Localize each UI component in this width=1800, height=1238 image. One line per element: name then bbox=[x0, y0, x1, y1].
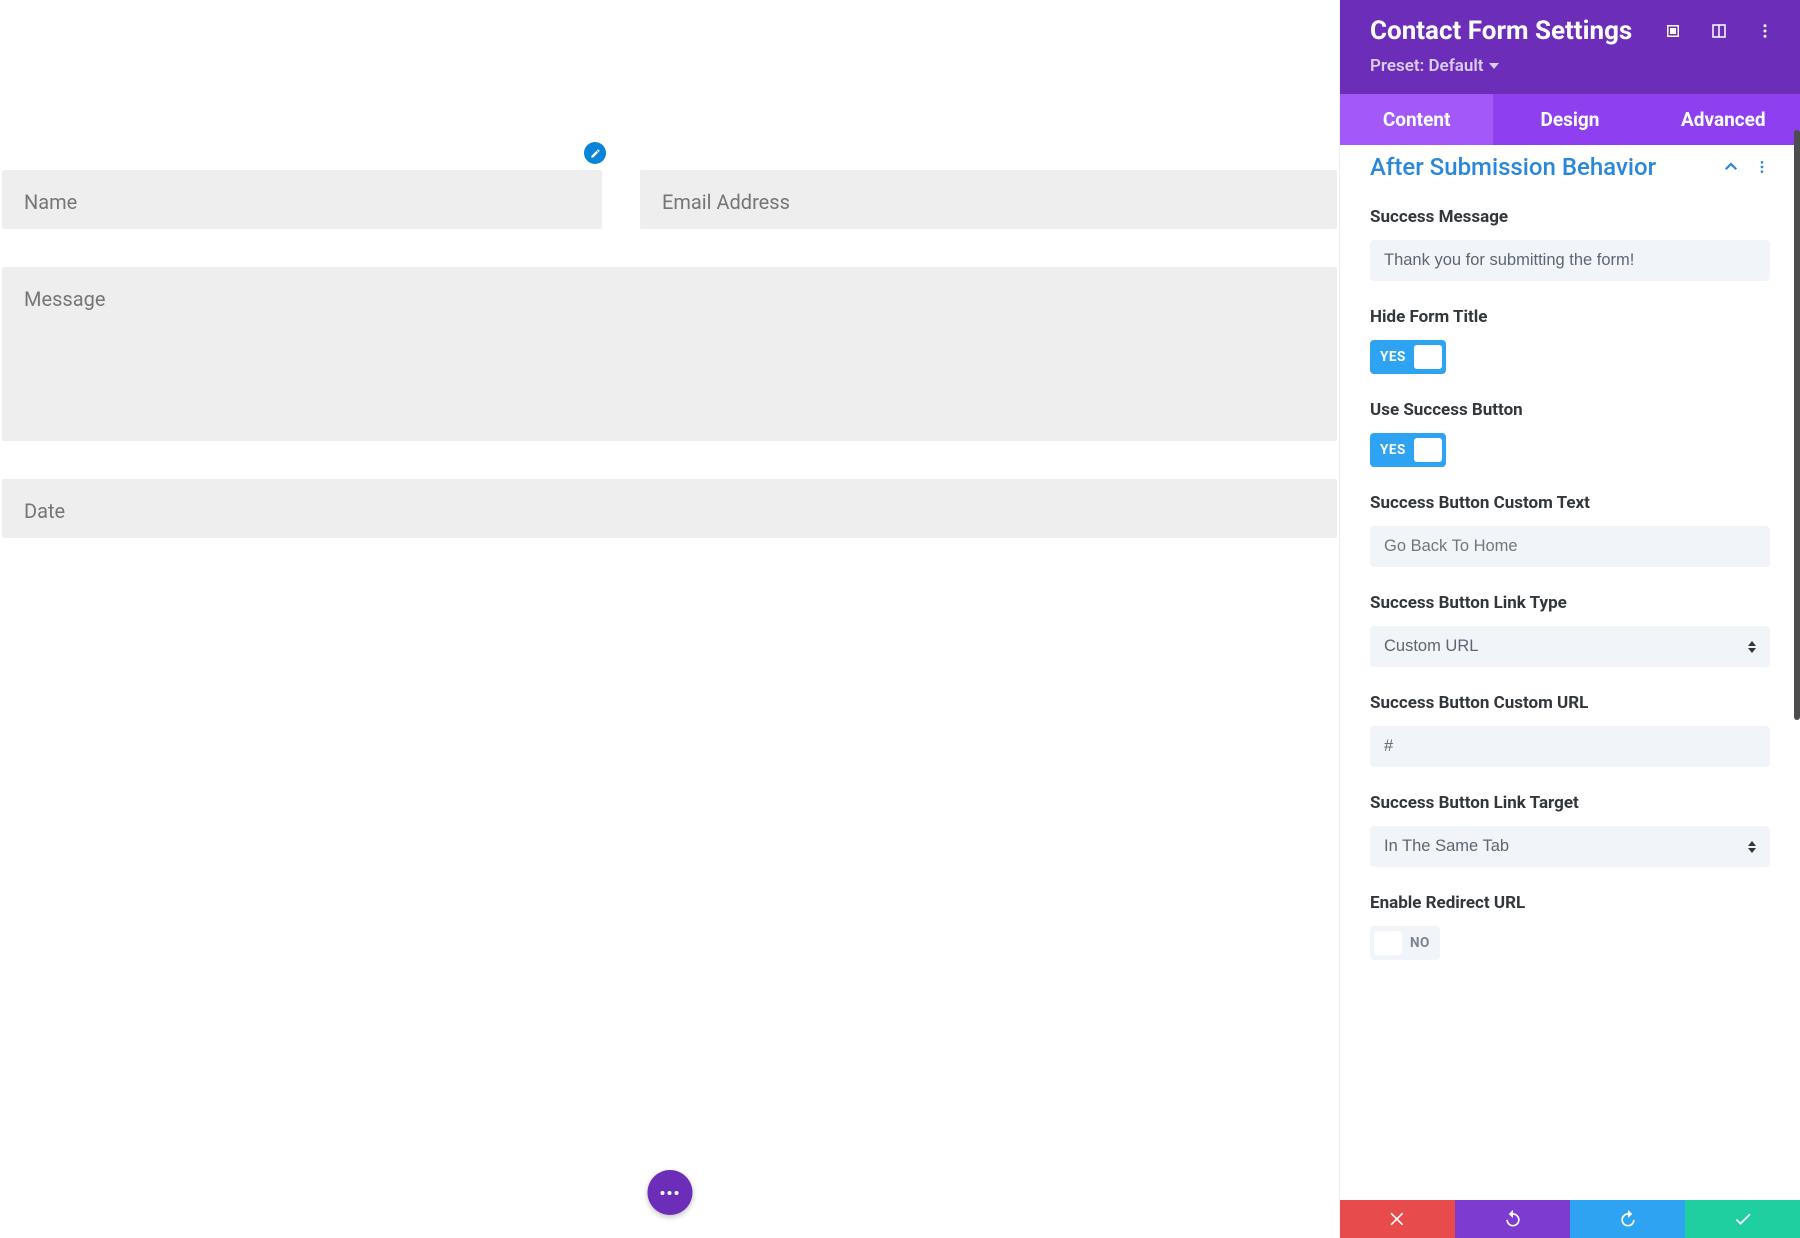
undo-button[interactable] bbox=[1455, 1200, 1570, 1238]
cancel-button[interactable] bbox=[1340, 1200, 1455, 1238]
email-placeholder: Email Address bbox=[662, 190, 790, 214]
tab-advanced[interactable]: Advanced bbox=[1647, 94, 1800, 145]
control-hide-form-title: Hide Form Title YES bbox=[1370, 307, 1770, 374]
form-row-1: Name Email Address bbox=[2, 170, 1337, 229]
toggle-knob bbox=[1374, 931, 1402, 955]
section-header: After Submission Behavior bbox=[1370, 145, 1770, 181]
toggle-hide-form-title-value: YES bbox=[1380, 349, 1406, 365]
section-title[interactable]: After Submission Behavior bbox=[1370, 153, 1656, 181]
app-root: Name Email Address Message Date Contact … bbox=[0, 0, 1800, 1238]
panel-header-icons bbox=[1664, 22, 1774, 40]
collapse-icon[interactable] bbox=[1722, 158, 1740, 176]
columns-icon[interactable] bbox=[1710, 22, 1728, 40]
select-caret-icon bbox=[1748, 840, 1758, 854]
expand-icon[interactable] bbox=[1664, 22, 1682, 40]
name-placeholder: Name bbox=[24, 190, 77, 214]
input-success-button-custom-url[interactable] bbox=[1370, 726, 1770, 767]
select-caret-icon bbox=[1748, 640, 1758, 654]
toggle-enable-redirect-url-value: NO bbox=[1410, 935, 1430, 951]
label-success-button-text: Success Button Custom Text bbox=[1370, 493, 1770, 513]
section-kebab-icon[interactable] bbox=[1754, 159, 1770, 175]
panel-header: Contact Form Settings Preset: Default bbox=[1340, 0, 1800, 94]
toggle-use-success-button-value: YES bbox=[1380, 442, 1406, 458]
panel-body[interactable]: After Submission Behavior Success Messag… bbox=[1340, 145, 1800, 1200]
date-placeholder: Date bbox=[24, 499, 65, 523]
tab-content[interactable]: Content bbox=[1340, 94, 1493, 145]
control-use-success-button: Use Success Button YES bbox=[1370, 400, 1770, 467]
toggle-enable-redirect-url[interactable]: NO bbox=[1370, 926, 1440, 960]
control-success-button-custom-url: Success Button Custom URL bbox=[1370, 693, 1770, 767]
settings-panel: Contact Form Settings Preset: Default bbox=[1339, 0, 1800, 1238]
control-success-button-link-type: Success Button Link Type bbox=[1370, 593, 1770, 667]
edit-icon[interactable] bbox=[584, 142, 606, 164]
label-success-button-custom-url: Success Button Custom URL bbox=[1370, 693, 1770, 713]
label-success-button-link-type: Success Button Link Type bbox=[1370, 593, 1770, 613]
canvas-preview: Name Email Address Message Date bbox=[0, 0, 1339, 1238]
preset-dropdown[interactable]: Preset: Default bbox=[1370, 56, 1499, 76]
tab-design[interactable]: Design bbox=[1493, 94, 1646, 145]
control-success-message: Success Message bbox=[1370, 207, 1770, 281]
message-field[interactable]: Message bbox=[2, 267, 1337, 441]
control-enable-redirect-url: Enable Redirect URL NO bbox=[1370, 893, 1770, 960]
caret-down-icon bbox=[1489, 63, 1499, 69]
label-success-button-link-target: Success Button Link Target bbox=[1370, 793, 1770, 813]
name-field[interactable]: Name bbox=[2, 170, 602, 229]
kebab-icon[interactable] bbox=[1756, 22, 1774, 40]
email-field[interactable]: Email Address bbox=[640, 170, 1337, 229]
panel-title: Contact Form Settings bbox=[1370, 16, 1632, 46]
input-success-button-text[interactable] bbox=[1370, 526, 1770, 567]
save-button[interactable] bbox=[1685, 1200, 1800, 1238]
input-success-message[interactable] bbox=[1370, 240, 1770, 281]
label-use-success-button: Use Success Button bbox=[1370, 400, 1770, 420]
toggle-hide-form-title[interactable]: YES bbox=[1370, 340, 1446, 374]
message-placeholder: Message bbox=[24, 287, 105, 311]
select-value-link-type[interactable] bbox=[1370, 626, 1770, 667]
toggle-use-success-button[interactable]: YES bbox=[1370, 433, 1446, 467]
tabs: Content Design Advanced bbox=[1340, 94, 1800, 145]
panel-footer bbox=[1340, 1200, 1800, 1238]
scrollbar[interactable] bbox=[1794, 130, 1800, 720]
select-value-link-target[interactable] bbox=[1370, 826, 1770, 867]
control-success-button-text: Success Button Custom Text bbox=[1370, 493, 1770, 567]
label-hide-form-title: Hide Form Title bbox=[1370, 307, 1770, 327]
toggle-knob bbox=[1414, 345, 1442, 369]
label-enable-redirect-url: Enable Redirect URL bbox=[1370, 893, 1770, 913]
label-success-message: Success Message bbox=[1370, 207, 1770, 227]
redo-button[interactable] bbox=[1570, 1200, 1685, 1238]
select-success-button-link-type[interactable] bbox=[1370, 626, 1770, 667]
select-success-button-link-target[interactable] bbox=[1370, 826, 1770, 867]
control-success-button-link-target: Success Button Link Target bbox=[1370, 793, 1770, 867]
date-field[interactable]: Date bbox=[2, 479, 1337, 538]
toggle-knob bbox=[1414, 438, 1442, 462]
fab-more-button[interactable] bbox=[647, 1170, 692, 1215]
preset-label: Preset: Default bbox=[1370, 56, 1483, 76]
